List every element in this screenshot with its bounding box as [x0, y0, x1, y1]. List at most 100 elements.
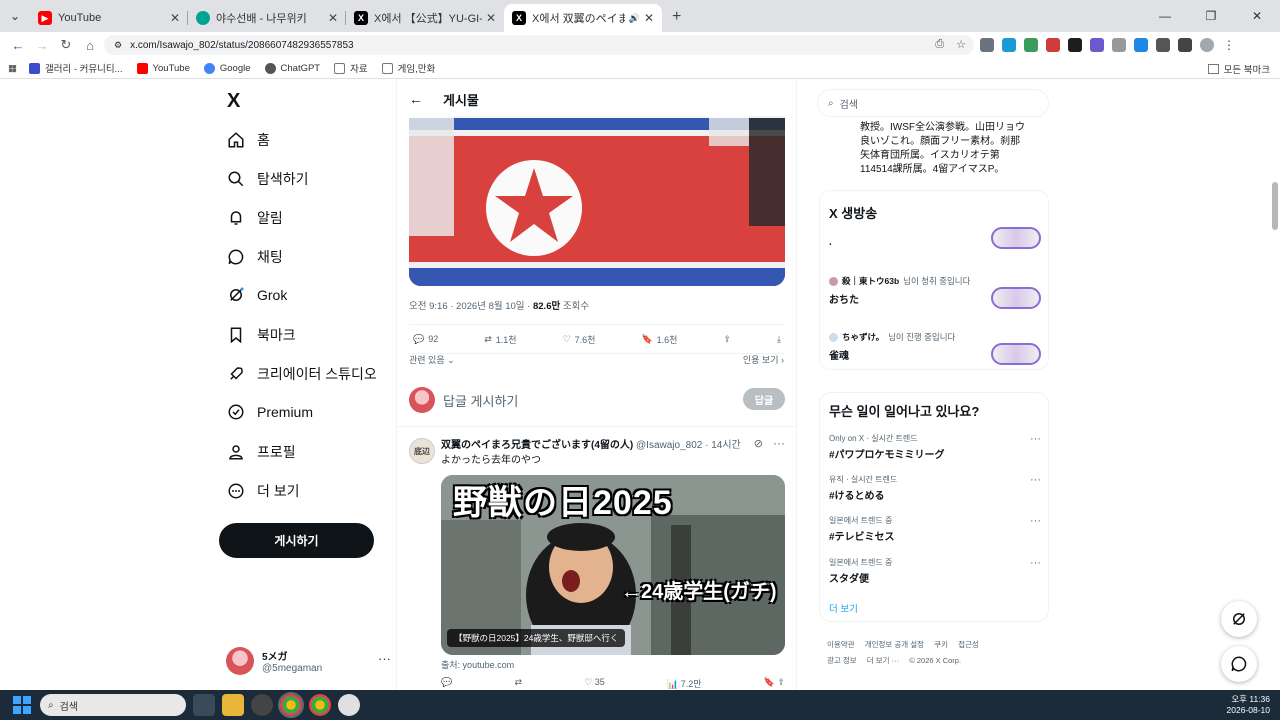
- reply-action[interactable]: 💬 92: [413, 334, 438, 345]
- bookmark-star-icon[interactable]: ☆: [956, 38, 966, 51]
- bookmark-icon[interactable]: 🔖 ⇪: [764, 677, 785, 690]
- menu-kebab-icon[interactable]: ⋮: [1222, 38, 1236, 52]
- footer-link[interactable]: 광고 정보: [827, 656, 857, 665]
- tweet-author-handle[interactable]: @Isawajo_802 · 14시간: [636, 440, 741, 451]
- more-dots-icon[interactable]: ···: [773, 436, 785, 450]
- grok-floating-button[interactable]: [1221, 601, 1257, 637]
- post-image[interactable]: [409, 116, 785, 286]
- restore-icon[interactable]: ❐: [1188, 9, 1234, 23]
- reply-icon[interactable]: 💬: [441, 677, 452, 690]
- extension-icon[interactable]: [1112, 38, 1126, 52]
- like-action[interactable]: ♡ 7.6천: [563, 333, 596, 346]
- post-button[interactable]: 게시하기: [219, 523, 374, 558]
- home-icon[interactable]: ⌂: [78, 38, 102, 53]
- all-bookmarks[interactable]: 모든 북마크: [1207, 62, 1270, 76]
- reply-composer[interactable]: 답글 게시하기 답글: [409, 384, 785, 416]
- footer-link[interactable]: 접근성: [958, 640, 979, 649]
- footer-link[interactable]: 쿠키: [934, 640, 948, 649]
- nav-creator-studio[interactable]: 크리에이터 스튜디오: [227, 364, 377, 384]
- nav-premium[interactable]: Premium: [227, 403, 313, 421]
- views-action[interactable]: 📊 7.2만: [667, 677, 702, 690]
- bookmark-action[interactable]: 🔖 1.6천: [641, 333, 677, 346]
- speaker-icon[interactable]: 🔊: [629, 13, 640, 24]
- tweet-author-name[interactable]: 双翼のペイまろ兄貴でございます(4留の人): [441, 440, 633, 451]
- back-arrow-icon[interactable]: ←: [409, 91, 423, 107]
- live-space-item[interactable]: ちゃずけ。 님이 진행 중입니다 雀魂: [829, 331, 1041, 365]
- view-quotes-link[interactable]: 인용 보기 ›: [743, 353, 784, 366]
- account-switcher[interactable]: 5メガ @5megaman ···: [226, 645, 391, 677]
- chrome-icon[interactable]: [278, 692, 304, 718]
- bookmark-gallery[interactable]: 갤러리 - 커뮤니티...: [28, 61, 123, 75]
- tab-youtube[interactable]: ▶ YouTube ✕: [30, 4, 188, 32]
- reply-input[interactable]: 답글 게시하기: [443, 391, 518, 410]
- nav-notifications[interactable]: 알림: [227, 208, 283, 228]
- reload-icon[interactable]: ↻: [54, 37, 78, 53]
- search-input[interactable]: ⌕ 검색: [817, 89, 1049, 117]
- app-icon[interactable]: [251, 694, 273, 716]
- extension-icon[interactable]: [1002, 38, 1016, 52]
- reply-button[interactable]: 답글: [743, 388, 785, 410]
- avatar[interactable]: 底辺: [409, 438, 435, 464]
- footer-link[interactable]: 개인정보 공개 설정: [865, 640, 924, 649]
- reading-list-icon[interactable]: [1178, 38, 1192, 52]
- bookmark-google[interactable]: Google: [203, 62, 251, 74]
- system-clock[interactable]: 오후 11:36 2026-08-10: [1227, 694, 1270, 716]
- repost-icon[interactable]: ⇄: [514, 677, 522, 690]
- more-dots-icon[interactable]: ···: [1030, 557, 1041, 569]
- trend-item[interactable]: Only on X · 실시간 트렌드 #パワプロケモミミリーグ ···: [829, 433, 1041, 461]
- extension-icon[interactable]: [1090, 38, 1104, 52]
- live-space-item[interactable]: 殺｜東トウ63b 님이 청취 중입니다 おちた: [829, 275, 1041, 309]
- grok-explain-icon[interactable]: ⊘: [754, 437, 763, 450]
- trend-item[interactable]: 일본에서 트렌드 중 #テレビミセス ···: [829, 515, 1041, 543]
- more-dots-icon[interactable]: ···: [1030, 474, 1041, 486]
- footer-link[interactable]: 더 보기 ···: [867, 656, 899, 665]
- repost-action[interactable]: ⇄ 1.1천: [484, 333, 516, 346]
- task-view-icon[interactable]: [193, 694, 215, 716]
- x-logo[interactable]: X: [227, 90, 240, 113]
- video-thumbnail[interactable]: 野獣の日2025 ←24歳学生(ガチ) 【野獣の日2025】24歳学生、野獣邸へ…: [441, 475, 785, 655]
- extensions-puzzle-icon[interactable]: [1156, 38, 1170, 52]
- footer-link[interactable]: 이용약관: [827, 640, 855, 649]
- live-space-item[interactable]: .: [829, 227, 1041, 249]
- download-action[interactable]: ⤓: [777, 334, 781, 345]
- file-explorer-icon[interactable]: [222, 694, 244, 716]
- url-text[interactable]: x.com/Isawajo_802/status/208660748293655…: [130, 40, 354, 51]
- app-icon[interactable]: [338, 694, 360, 716]
- back-icon[interactable]: ←: [6, 38, 30, 53]
- extension-icon[interactable]: [980, 38, 994, 52]
- site-info-icon[interactable]: ⚙: [114, 40, 122, 51]
- messages-floating-button[interactable]: [1221, 646, 1257, 682]
- show-more-link[interactable]: 더 보기: [829, 601, 858, 615]
- trend-item[interactable]: 일본에서 트렌드 중 スタダ便 ···: [829, 557, 1041, 585]
- address-bar[interactable]: ⚙ x.com/Isawajo_802/status/2086607482936…: [104, 35, 974, 55]
- bookmark-chatgpt[interactable]: ChatGPT: [264, 62, 320, 74]
- nav-chat[interactable]: 채팅: [227, 247, 283, 267]
- close-window-icon[interactable]: ✕: [1234, 9, 1280, 23]
- close-tab-icon[interactable]: ✕: [486, 11, 496, 25]
- bookmark-youtube[interactable]: YouTube: [136, 62, 190, 74]
- close-tab-icon[interactable]: ✕: [328, 11, 338, 25]
- tab-namuwiki[interactable]: 야수선배 - 나무위키 ✕: [188, 4, 346, 32]
- download-icon[interactable]: [1134, 38, 1148, 52]
- extension-icon[interactable]: [1024, 38, 1038, 52]
- nav-explore[interactable]: 탐색하기: [227, 169, 309, 189]
- taskbar-search[interactable]: ⌕ 검색: [40, 694, 186, 716]
- adblock-icon[interactable]: [1046, 38, 1060, 52]
- minimize-icon[interactable]: —: [1142, 9, 1188, 23]
- nav-bookmarks[interactable]: 북마크: [227, 325, 296, 345]
- new-tab-icon[interactable]: +: [672, 8, 681, 26]
- profile-avatar-icon[interactable]: [1200, 38, 1214, 52]
- tab-x-active[interactable]: X X에서 双翼のペイまろ兄貴 🔊 ✕: [504, 4, 662, 32]
- trend-item[interactable]: 유직 · 실시간 트렌드 #けるとめる ···: [829, 474, 1041, 502]
- nav-home[interactable]: 홈: [227, 130, 270, 150]
- extension-icon[interactable]: [1068, 38, 1082, 52]
- more-dots-icon[interactable]: ···: [1030, 515, 1041, 527]
- bookmark-folder-games[interactable]: 게임,만화: [381, 61, 435, 75]
- forward-icon[interactable]: →: [30, 38, 54, 53]
- like-action[interactable]: ♡ 35: [584, 677, 605, 690]
- windows-start-icon[interactable]: [12, 695, 32, 715]
- bookmark-folder-resources[interactable]: 자료: [334, 61, 368, 75]
- close-tab-icon[interactable]: ✕: [170, 11, 180, 25]
- close-tab-icon[interactable]: ✕: [644, 11, 654, 25]
- link-source[interactable]: 출처: youtube.com: [441, 658, 514, 671]
